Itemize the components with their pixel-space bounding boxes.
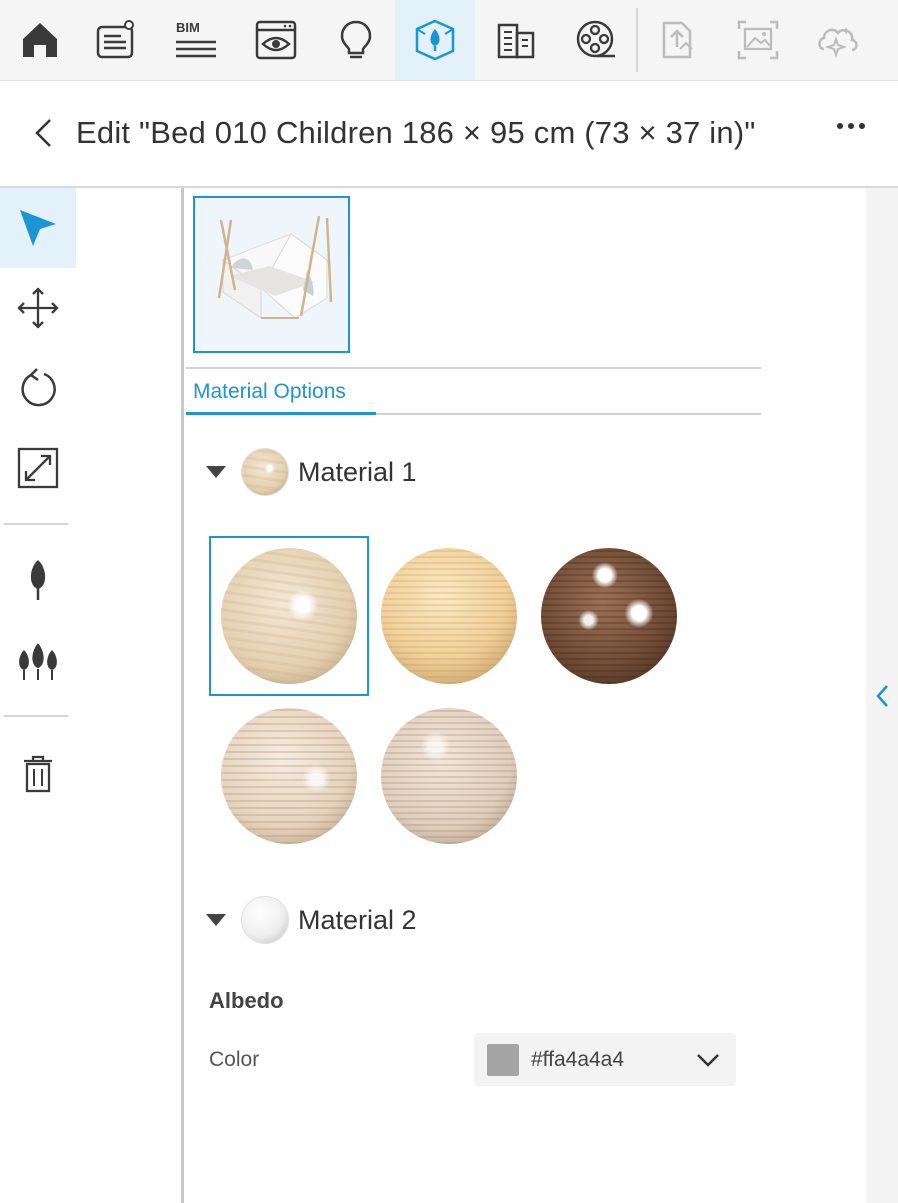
scale-icon <box>17 447 59 489</box>
swatch-sphere <box>381 548 517 684</box>
home-button[interactable] <box>0 0 80 80</box>
tools-divider <box>4 523 68 525</box>
color-picker-dropdown[interactable]: #ffa4a4a4 <box>474 1033 736 1086</box>
material-swatch-white-ash[interactable] <box>209 696 369 856</box>
material-1-header[interactable]: Material 1 <box>204 447 417 497</box>
chevron-left-icon <box>876 685 888 707</box>
rotate-tool[interactable] <box>0 348 76 428</box>
tab-top-border <box>186 367 761 369</box>
view-icon <box>255 20 297 60</box>
move-icon <box>17 287 59 329</box>
albedo-heading: Albedo <box>209 988 284 1013</box>
building-button[interactable] <box>476 0 556 80</box>
film-reel-icon <box>576 20 615 58</box>
chevron-left-icon <box>35 119 51 147</box>
image-render-icon <box>737 20 779 60</box>
delete-tool[interactable] <box>0 734 76 814</box>
add-forest-tool[interactable] <box>0 620 76 700</box>
collapse-triangle-icon <box>206 914 226 926</box>
material-2-label: Material 2 <box>298 904 417 935</box>
swatch-sphere <box>221 548 357 684</box>
page-title: Edit "Bed 010 Children 186 × 95 cm (73 ×… <box>76 115 756 150</box>
color-chip <box>487 1043 519 1076</box>
more-options-button[interactable] <box>836 119 866 137</box>
swatch-sphere <box>221 708 357 844</box>
material-1-preview <box>242 449 288 495</box>
tools-divider <box>4 715 68 717</box>
ai-sparkle-icon <box>818 27 858 59</box>
expand-panel-button[interactable] <box>873 683 891 714</box>
bim-text: BIM <box>176 20 200 35</box>
tree-icon <box>30 560 46 600</box>
color-value: #ffa4a4a4 <box>531 1047 625 1071</box>
collapse-triangle-icon <box>206 466 226 478</box>
add-tree-tool[interactable] <box>0 540 76 620</box>
environment-button[interactable] <box>395 0 475 80</box>
tent-bed-image <box>195 198 348 351</box>
building-icon <box>497 23 535 59</box>
select-arrow-icon <box>20 210 56 246</box>
transform-toolbar <box>0 188 76 1203</box>
scale-tool[interactable] <box>0 428 76 508</box>
notes-button[interactable] <box>76 0 156 80</box>
select-tool[interactable] <box>0 188 76 268</box>
material-swatch-light-oak[interactable] <box>209 536 369 696</box>
swatch-sphere <box>541 548 677 684</box>
material-1-label: Material 1 <box>298 456 417 487</box>
export-button[interactable] <box>638 0 718 80</box>
export-icon <box>662 21 693 59</box>
more-icon <box>837 123 865 129</box>
view-button[interactable] <box>236 0 316 80</box>
panel-divider <box>181 188 184 1203</box>
bim-button[interactable]: BIM <box>156 0 236 80</box>
tree-cube-icon <box>415 19 455 61</box>
back-button[interactable] <box>30 117 56 154</box>
animation-button[interactable] <box>556 0 636 80</box>
edit-header: Edit "Bed 010 Children 186 × 95 cm (73 ×… <box>0 81 898 188</box>
tab-active-indicator <box>186 412 376 415</box>
notes-icon <box>96 20 134 59</box>
chevron-down-icon <box>697 1053 719 1067</box>
home-icon <box>23 23 57 57</box>
color-label: Color <box>209 1048 260 1071</box>
swatch-sphere <box>381 708 517 844</box>
material-swatch-bleached-oak[interactable] <box>369 696 529 856</box>
material-swatch-natural-pine[interactable] <box>369 536 529 696</box>
trash-icon <box>24 755 52 793</box>
bim-icon: BIM <box>176 20 216 58</box>
render-image-button[interactable] <box>718 0 798 80</box>
tab-bottom-border <box>376 413 761 415</box>
material-swatch-dark-walnut[interactable] <box>529 536 689 696</box>
ai-render-button[interactable] <box>798 0 878 80</box>
move-tool[interactable] <box>0 268 76 348</box>
top-toolbar: BIM <box>0 0 898 81</box>
model-thumbnail <box>193 196 350 353</box>
material-2-header[interactable]: Material 2 <box>204 895 417 945</box>
lightbulb-icon <box>340 20 372 59</box>
tab-material-options[interactable]: Material Options <box>193 380 346 404</box>
material-2-preview <box>242 897 288 943</box>
lighting-button[interactable] <box>316 0 396 80</box>
rotate-icon <box>21 368 56 407</box>
trees-icon <box>19 640 57 680</box>
